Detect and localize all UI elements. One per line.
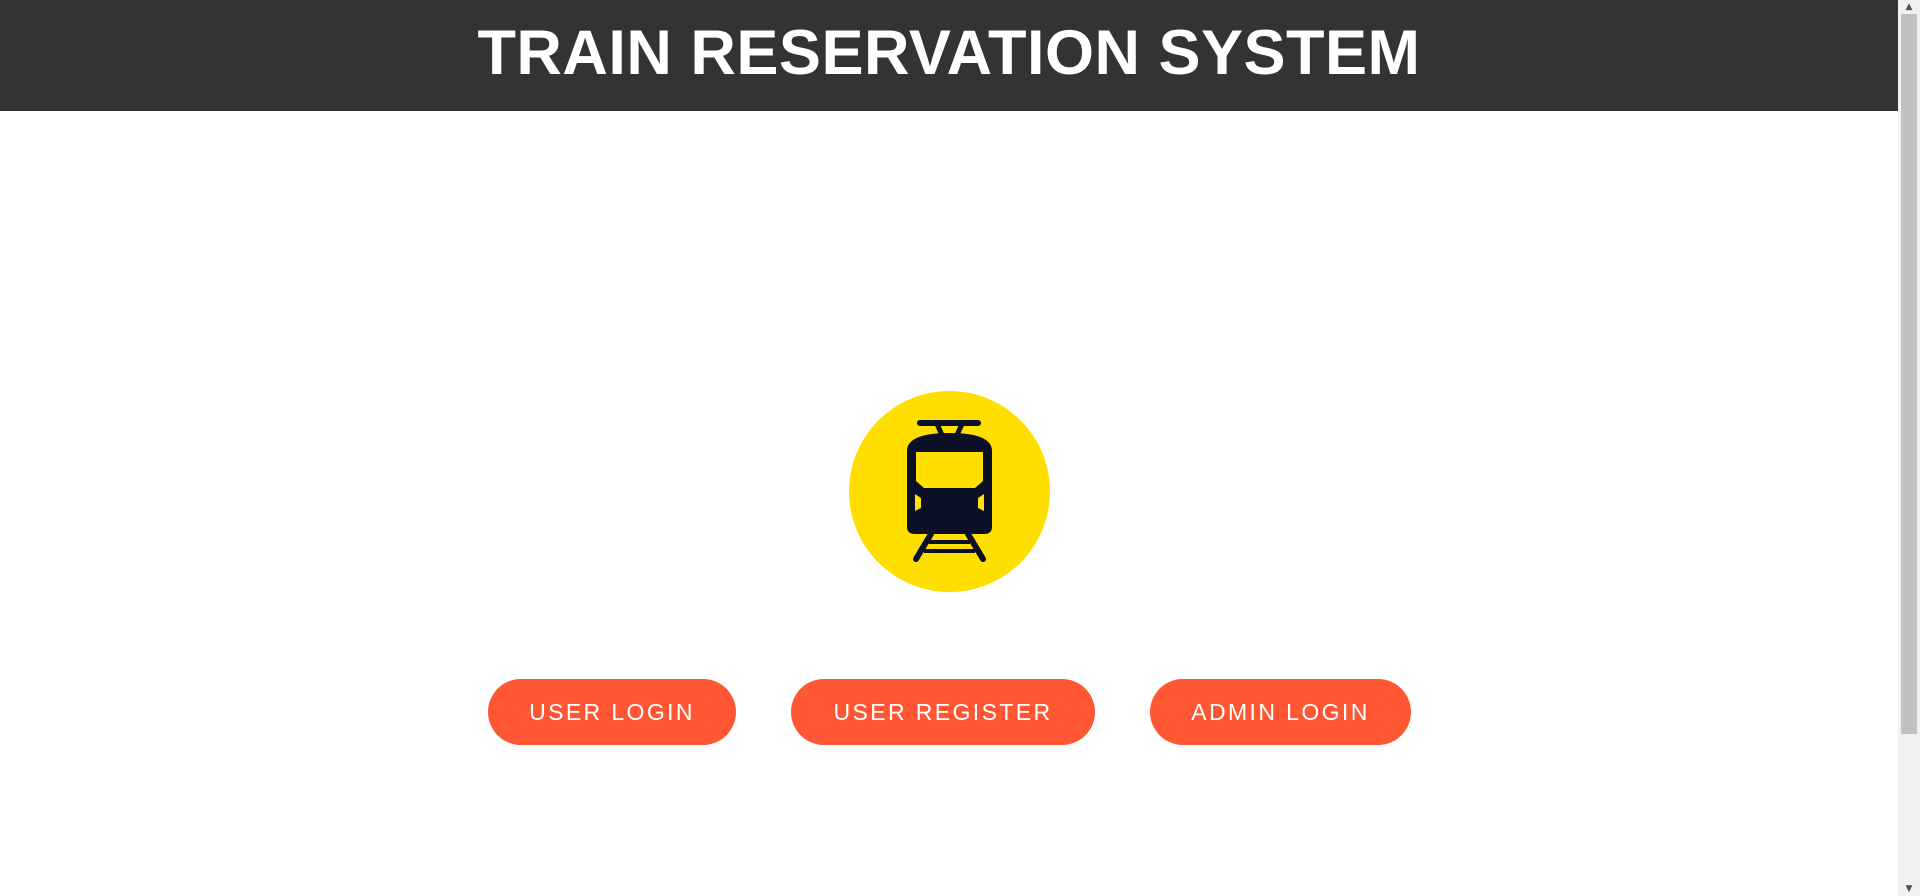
- user-register-button[interactable]: USER REGISTER: [791, 679, 1095, 745]
- scrollbar-thumb[interactable]: [1901, 14, 1917, 734]
- train-logo: [849, 391, 1050, 592]
- user-login-button[interactable]: USER LOGIN: [488, 679, 736, 745]
- page: TRAIN RESERVATION SYSTEM USER LOGIN USER…: [0, 0, 1920, 896]
- site-header: TRAIN RESERVATION SYSTEM: [0, 0, 1898, 111]
- admin-login-button[interactable]: ADMIN LOGIN: [1150, 679, 1411, 745]
- scroll-up-arrow-icon[interactable]: ▲: [1898, 0, 1920, 14]
- train-icon: [907, 420, 992, 562]
- page-title: TRAIN RESERVATION SYSTEM: [477, 18, 1421, 88]
- scroll-down-arrow-icon[interactable]: ▼: [1898, 882, 1920, 896]
- vertical-scrollbar[interactable]: ▲ ▼: [1898, 0, 1920, 896]
